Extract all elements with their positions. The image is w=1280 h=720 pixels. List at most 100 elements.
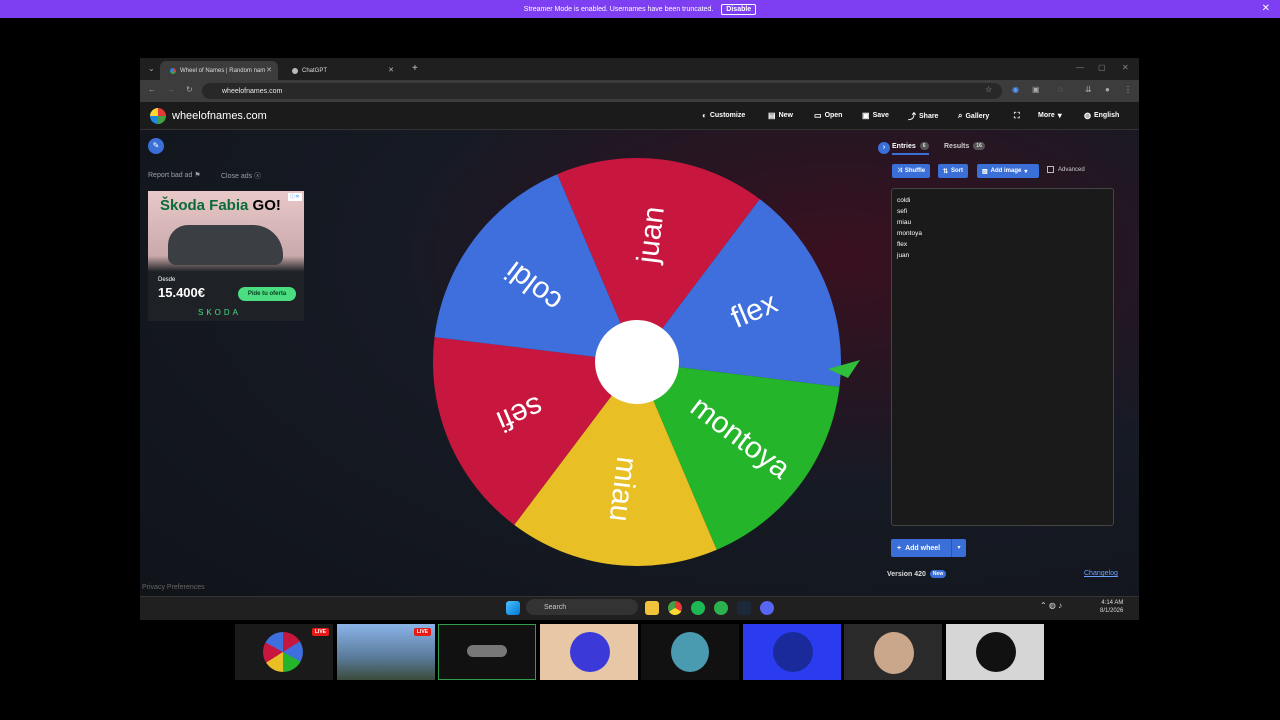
maximize-icon[interactable]: ▢ [1098, 63, 1106, 72]
tab-entries[interactable]: Entries 6 [892, 142, 929, 155]
taskbar-clock[interactable]: 4:14 AM 8/1/2026 [1100, 599, 1123, 615]
discord-icon[interactable] [760, 601, 774, 615]
file-explorer-icon[interactable] [645, 601, 659, 615]
edit-pencil-button[interactable]: ✎ [148, 138, 164, 154]
close-icon[interactable]: ✕ [1262, 3, 1270, 14]
puzzle-icon[interactable]: ▣ [1032, 85, 1040, 94]
report-label: Report bad ad [148, 172, 193, 179]
shuffle-label: Shuffle [904, 168, 926, 174]
more-button[interactable]: More ▾ [1038, 111, 1062, 120]
system-tray-icon[interactable]: ⌃ ◍ ♪ [1040, 601, 1080, 615]
disable-streamer-button[interactable]: Disable [721, 3, 757, 15]
share-button[interactable]: ⤴ Share [908, 111, 938, 122]
new-badge: New [929, 570, 947, 578]
ad-headline-b: GO! [252, 197, 281, 214]
close-ads-link[interactable]: Close ads ⓧ [221, 171, 261, 181]
version-text: Version 420 [887, 570, 926, 578]
fullscreen-icon: ⛶ [1014, 111, 1020, 120]
back-icon[interactable]: ← [148, 85, 156, 94]
ad-brand: SKODA [198, 308, 242, 317]
tab-wheel-of-names[interactable]: Wheel of Names | Random nam ✕ [160, 61, 278, 80]
minimize-icon[interactable]: — [1076, 63, 1084, 72]
stream-thumbnail[interactable] [946, 624, 1044, 680]
privacy-preferences-link[interactable]: Privacy Preferences [142, 584, 205, 591]
brand-logo[interactable]: wheelofnames.com [150, 108, 267, 124]
reload-icon[interactable]: ↻ [186, 85, 193, 94]
clock-date: 8/1/2026 [1100, 608, 1124, 614]
download-icon[interactable]: ⇊ [1085, 85, 1092, 94]
sort-button[interactable]: ⇅ Sort [938, 164, 969, 178]
tab-results[interactable]: Results 16 [944, 142, 985, 150]
xbox-icon[interactable] [714, 601, 728, 615]
collapse-panel-button[interactable]: › [878, 142, 890, 154]
tab-search-icon[interactable]: ⌄ [148, 64, 155, 73]
wheel-center-button[interactable] [595, 320, 679, 404]
ad-headline: Škoda Fabia GO! [160, 197, 281, 214]
stream-thumbnail[interactable] [641, 624, 739, 680]
ad-headline-a: Škoda Fabia [160, 197, 253, 214]
avatar[interactable]: ● [1105, 85, 1110, 94]
spotify-icon[interactable] [691, 601, 705, 615]
wheel-of-names[interactable]: juanflexmontoyamiauseficoldi [430, 156, 860, 568]
nav-label: Save [872, 112, 889, 119]
stream-thumbnail[interactable]: LIVE [337, 624, 435, 680]
globe-icon: ◍ [1084, 111, 1091, 120]
taskbar-search-input[interactable]: Search [526, 599, 638, 615]
stream-thumbnail[interactable] [844, 624, 942, 680]
save-button[interactable]: ▣ Save [862, 111, 889, 120]
streamer-message: Streamer Mode is enabled. Usernames have… [523, 5, 714, 13]
open-button[interactable]: ▭ Open [814, 111, 842, 120]
fullscreen-button[interactable]: ⛶ [1014, 111, 1020, 121]
profile-icon[interactable]: ◌ [1058, 85, 1063, 94]
extension-icon[interactable]: ◉ [1012, 85, 1019, 94]
nav-label: Open [824, 112, 843, 119]
report-bad-ad-link[interactable]: Report bad ad ⚑ [148, 171, 201, 179]
folder-icon: ▭ [814, 111, 822, 120]
advanced-checkbox[interactable]: Advanced [1047, 166, 1085, 173]
advertisement[interactable]: Škoda Fabia GO! Desde 15.400€ Pide tu of… [148, 191, 304, 321]
menu-kebab-icon[interactable]: ⋮ [1124, 85, 1132, 94]
bookmark-star-icon[interactable]: ☆ [985, 85, 992, 94]
url-input[interactable]: wheelofnames.com [202, 83, 1002, 99]
ad-cta-button[interactable]: Pide tu oferta [238, 287, 296, 301]
windows-start-icon[interactable] [506, 601, 520, 615]
list-item: juan [897, 252, 910, 259]
forward-icon[interactable]: → [167, 85, 175, 94]
chevron-down-icon: ▾ [1057, 111, 1062, 120]
sort-label: Sort [951, 168, 964, 174]
nav-label: More [1038, 112, 1055, 119]
ad-price: 15.400€ [158, 285, 205, 300]
thumbnail-image [467, 645, 507, 657]
list-item: sefi [897, 208, 908, 215]
close-tab-icon[interactable]: ✕ [266, 66, 272, 74]
add-image-button[interactable]: ▨ Add image ▾ [977, 164, 1039, 178]
ad-choices-icon[interactable]: ⓘ✕ [288, 193, 302, 201]
customize-button[interactable]: ◐ Customize [702, 111, 745, 120]
close-tab-icon[interactable]: ✕ [388, 66, 394, 74]
chrome-icon[interactable] [668, 601, 682, 615]
list-item: flex [897, 241, 908, 248]
stream-thumbnail[interactable] [540, 624, 638, 680]
save-icon: ▣ [862, 111, 870, 120]
language-button[interactable]: ◍ English [1084, 111, 1119, 120]
entries-textarea[interactable]: coldi sefi miau montoya flex juan [891, 188, 1114, 526]
tab-chatgpt[interactable]: ChatGPT ✕ [282, 61, 400, 80]
stream-thumbnail[interactable]: LIVE [235, 624, 333, 680]
shuffle-icon: ⤨ [897, 167, 902, 174]
add-wheel-dropdown[interactable]: ▾ [951, 539, 966, 557]
new-tab-icon[interactable]: + [412, 63, 418, 74]
shuffle-button[interactable]: ⤨ Shuffle [892, 164, 931, 178]
version-info: Version 420 New [887, 570, 947, 578]
gallery-button[interactable]: ⌕ Gallery [958, 111, 989, 121]
new-button[interactable]: ▤ New [768, 111, 793, 120]
stream-thumbnail[interactable] [438, 624, 536, 680]
wheel-favicon-icon [170, 67, 176, 74]
nav-label: Share [919, 113, 939, 120]
stream-thumbnail[interactable] [743, 624, 841, 680]
changelog-link[interactable]: Changelog [1084, 570, 1118, 577]
steam-icon[interactable] [737, 601, 751, 615]
results-count-badge: 16 [973, 142, 985, 150]
tab-label: ChatGPT [302, 67, 328, 74]
close-window-icon[interactable]: ✕ [1122, 63, 1129, 72]
car-image [168, 225, 283, 265]
